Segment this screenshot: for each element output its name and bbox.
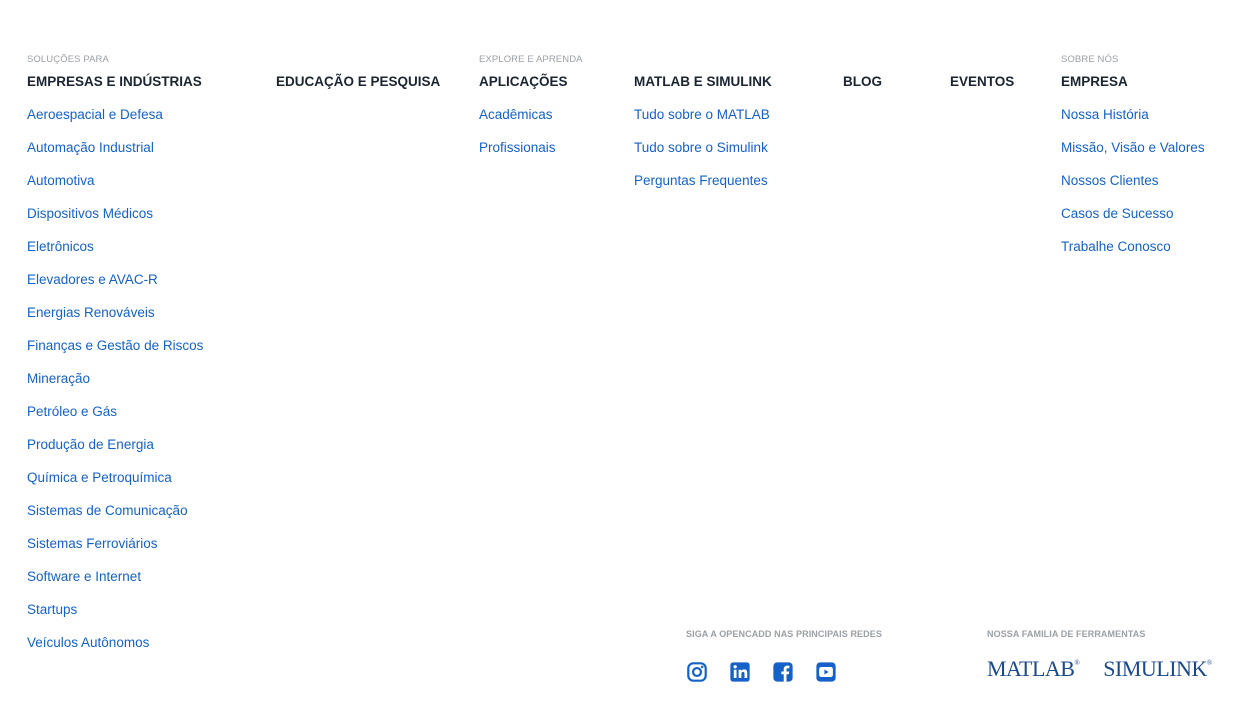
heading-matlab-simulink: MATLAB E SIMULINK bbox=[634, 74, 772, 89]
list-item: Produção de Energia bbox=[27, 436, 203, 469]
youtube-icon[interactable] bbox=[815, 661, 837, 683]
list-item: Química e Petroquímica bbox=[27, 469, 203, 502]
company-list: Nossa História Missão, Visão e Valores N… bbox=[1061, 106, 1205, 271]
heading-industries: EMPRESAS E INDÚSTRIAS bbox=[27, 74, 202, 89]
list-item: Startups bbox=[27, 601, 203, 634]
footer-column-company: SOBRE NÓS EMPRESA Nossa História Missão,… bbox=[1061, 54, 1205, 271]
link-academic[interactable]: Acadêmicas bbox=[479, 107, 553, 122]
list-item: Aeroespacial e Defesa bbox=[27, 106, 203, 139]
link-electronics[interactable]: Eletrônicos bbox=[27, 239, 94, 254]
social-links bbox=[686, 661, 837, 683]
list-item: Profissionais bbox=[479, 139, 583, 172]
list-item: Missão, Visão e Valores bbox=[1061, 139, 1205, 172]
link-elevators-hvac[interactable]: Elevadores e AVAC-R bbox=[27, 272, 158, 287]
link-oil-gas[interactable]: Petróleo e Gás bbox=[27, 404, 117, 419]
list-item: Elevadores e AVAC-R bbox=[27, 271, 203, 304]
list-item: Finanças e Gestão de Riscos bbox=[27, 337, 203, 370]
link-our-clients[interactable]: Nossos Clientes bbox=[1061, 173, 1159, 188]
footer-column-applications: EXPLORE E APRENDA APLICAÇÕES Acadêmicas … bbox=[479, 54, 583, 172]
matlab-list: Tudo sobre o MATLAB Tudo sobre o Simulin… bbox=[634, 106, 772, 205]
list-item: Petróleo e Gás bbox=[27, 403, 203, 436]
simulink-logo[interactable]: SIMULINK® bbox=[1103, 656, 1212, 682]
footer-column-matlab: MATLAB E SIMULINK Tudo sobre o MATLAB Tu… bbox=[634, 54, 772, 205]
eyebrow-about: SOBRE NÓS bbox=[1061, 54, 1119, 65]
heading-company: EMPRESA bbox=[1061, 74, 1128, 89]
list-item: Mineração bbox=[27, 370, 203, 403]
link-faq[interactable]: Perguntas Frequentes bbox=[634, 173, 768, 188]
link-software-internet[interactable]: Software e Internet bbox=[27, 569, 141, 584]
social-label: SIGA A OPENCADD NAS PRINCIPAIS REDES bbox=[686, 629, 882, 639]
brand-logos: MATLAB® SIMULINK® bbox=[987, 656, 1212, 682]
eyebrow-solutions: SOLUÇÕES PARA bbox=[27, 54, 109, 65]
link-about-simulink[interactable]: Tudo sobre o Simulink bbox=[634, 140, 768, 155]
list-item: Automação Industrial bbox=[27, 139, 203, 172]
facebook-icon[interactable] bbox=[772, 661, 794, 683]
applications-list: Acadêmicas Profissionais bbox=[479, 106, 583, 172]
list-item: Sistemas Ferroviários bbox=[27, 535, 203, 568]
link-automotive[interactable]: Automotiva bbox=[27, 173, 95, 188]
link-finance-risk[interactable]: Finanças e Gestão de Riscos bbox=[27, 338, 203, 353]
list-item: Eletrônicos bbox=[27, 238, 203, 271]
list-item: Casos de Sucesso bbox=[1061, 205, 1205, 238]
link-energy-production[interactable]: Produção de Energia bbox=[27, 437, 154, 452]
link-success-cases[interactable]: Casos de Sucesso bbox=[1061, 206, 1174, 221]
link-aerospace-defense[interactable]: Aeroespacial e Defesa bbox=[27, 107, 163, 122]
link-careers[interactable]: Trabalhe Conosco bbox=[1061, 239, 1171, 254]
eyebrow-explore: EXPLORE E APRENDA bbox=[479, 54, 583, 65]
industries-list: Aeroespacial e Defesa Automação Industri… bbox=[27, 106, 203, 667]
heading-education-research[interactable]: EDUCAÇÃO E PESQUISA bbox=[276, 74, 440, 90]
link-startups[interactable]: Startups bbox=[27, 602, 77, 617]
link-communication-systems[interactable]: Sistemas de Comunicação bbox=[27, 503, 188, 518]
link-industrial-automation[interactable]: Automação Industrial bbox=[27, 140, 154, 155]
list-item: Nossa História bbox=[1061, 106, 1205, 139]
list-item: Automotiva bbox=[27, 172, 203, 205]
link-autonomous-vehicles[interactable]: Veículos Autônomos bbox=[27, 635, 149, 650]
family-label: NOSSA FAMILIA DE FERRAMENTAS bbox=[987, 629, 1146, 639]
list-item: Trabalhe Conosco bbox=[1061, 238, 1205, 271]
list-item: Acadêmicas bbox=[479, 106, 583, 139]
heading-events[interactable]: EVENTOS bbox=[950, 74, 1014, 90]
list-item: Tudo sobre o Simulink bbox=[634, 139, 772, 172]
footer-column-education: EDUCAÇÃO E PESQUISA bbox=[276, 54, 440, 90]
link-about-matlab[interactable]: Tudo sobre o MATLAB bbox=[634, 107, 770, 122]
link-railway-systems[interactable]: Sistemas Ferroviários bbox=[27, 536, 158, 551]
footer-column-industries: SOLUÇÕES PARA EMPRESAS E INDÚSTRIAS Aero… bbox=[27, 54, 203, 667]
link-mission-vision[interactable]: Missão, Visão e Valores bbox=[1061, 140, 1205, 155]
list-item: Perguntas Frequentes bbox=[634, 172, 772, 205]
link-renewable-energy[interactable]: Energias Renováveis bbox=[27, 305, 155, 320]
link-medical-devices[interactable]: Dispositivos Médicos bbox=[27, 206, 153, 221]
list-item: Tudo sobre o MATLAB bbox=[634, 106, 772, 139]
heading-blog[interactable]: BLOG bbox=[843, 74, 882, 90]
footer-column-events: EVENTOS bbox=[950, 54, 1014, 90]
list-item: Sistemas de Comunicação bbox=[27, 502, 203, 535]
footer-column-blog: BLOG bbox=[843, 54, 882, 90]
linkedin-icon[interactable] bbox=[729, 661, 751, 683]
link-chemical[interactable]: Química e Petroquímica bbox=[27, 470, 172, 485]
list-item: Energias Renováveis bbox=[27, 304, 203, 337]
link-mining[interactable]: Mineração bbox=[27, 371, 90, 386]
list-item: Dispositivos Médicos bbox=[27, 205, 203, 238]
link-our-history[interactable]: Nossa História bbox=[1061, 107, 1149, 122]
matlab-logo[interactable]: MATLAB® bbox=[987, 656, 1080, 682]
heading-applications: APLICAÇÕES bbox=[479, 74, 568, 89]
instagram-icon[interactable] bbox=[686, 661, 708, 683]
list-item: Veículos Autônomos bbox=[27, 634, 203, 667]
list-item: Software e Internet bbox=[27, 568, 203, 601]
list-item: Nossos Clientes bbox=[1061, 172, 1205, 205]
link-professional[interactable]: Profissionais bbox=[479, 140, 556, 155]
